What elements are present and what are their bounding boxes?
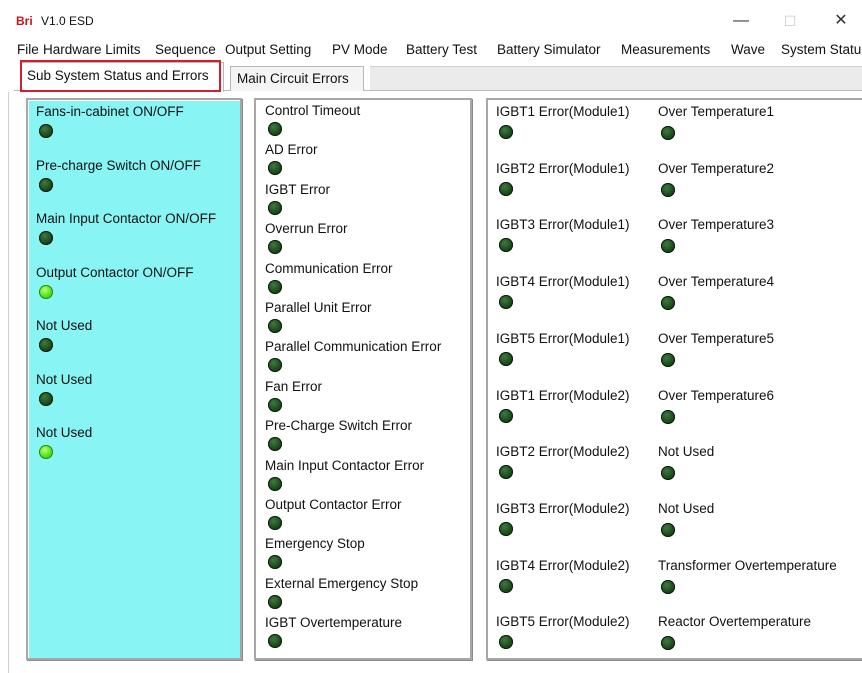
tab-strip: Sub System Status and Errors Main Circui… bbox=[14, 62, 862, 92]
errors-label-1: Control Timeout bbox=[265, 103, 361, 118]
igbt-label-5: IGBT5 Error(Module1) bbox=[496, 330, 630, 346]
errors-label-3: IGBT Error bbox=[265, 181, 331, 197]
errors-led-8-icon bbox=[268, 397, 282, 412]
igbt-led-9-icon bbox=[499, 578, 513, 593]
menu-battery-test[interactable]: Battery Test bbox=[406, 42, 477, 57]
subsystem-label-4: Output Contactor ON/OFF bbox=[36, 264, 194, 280]
errors-label-10: Main Input Contactor Error bbox=[265, 457, 425, 473]
igbt-label-2: IGBT2 Error(Module1) bbox=[496, 160, 630, 176]
subsystem-led-2-icon bbox=[39, 177, 53, 192]
errors-label-7: Parallel Communication Error bbox=[265, 339, 442, 355]
temps-label-1: Over Temperature1 bbox=[658, 104, 775, 119]
errors-label-9: Pre-Charge Switch Error bbox=[265, 418, 413, 434]
tab-sub-system-status[interactable]: Sub System Status and Errors bbox=[20, 62, 224, 92]
igbt-led-4-icon bbox=[499, 295, 513, 310]
igbt-label-3: IGBT3 Error(Module1) bbox=[496, 217, 630, 233]
subsystem-label-3: Main Input Contactor ON/OFF bbox=[36, 211, 217, 226]
temps-led-5-icon bbox=[661, 352, 675, 367]
errors-label-13: External Emergency Stop bbox=[265, 575, 419, 591]
errors-label-12: Emergency Stop bbox=[265, 536, 365, 552]
igbt-led-2-icon bbox=[499, 181, 513, 196]
igbt-label-4: IGBT4 Error(Module1) bbox=[496, 274, 630, 290]
module-errors-panel bbox=[486, 98, 862, 660]
subsystem-led-1-icon bbox=[39, 124, 53, 138]
temps-led-9-icon bbox=[661, 579, 675, 594]
temps-label-7: Not Used bbox=[658, 444, 715, 460]
igbt-label-1: IGBT1 Error(Module1) bbox=[496, 104, 630, 119]
menu-bar: File Hardware Limits Sequence Output Set… bbox=[0, 40, 862, 60]
temps-led-4-icon bbox=[661, 296, 675, 311]
errors-led-1-icon bbox=[268, 122, 282, 136]
subsystem-label-7: Not Used bbox=[36, 425, 93, 440]
errors-label-4: Overrun Error bbox=[265, 221, 348, 237]
temps-led-2-icon bbox=[661, 182, 675, 197]
errors-label-11: Output Contactor Error bbox=[265, 497, 402, 512]
menu-battery-simulator[interactable]: Battery Simulator bbox=[497, 42, 601, 57]
errors-label-6: Parallel Unit Error bbox=[265, 300, 372, 315]
errors-led-13-icon bbox=[268, 594, 282, 609]
subsystem-label-2: Pre-charge Switch ON/OFF bbox=[36, 157, 202, 173]
temps-led-1-icon bbox=[661, 126, 675, 140]
menu-sequence[interactable]: Sequence bbox=[155, 42, 216, 57]
igbt-label-6: IGBT1 Error(Module2) bbox=[496, 387, 630, 403]
temps-label-5: Over Temperature5 bbox=[658, 330, 775, 346]
menu-hardware-limits[interactable]: Hardware Limits bbox=[43, 42, 141, 57]
temps-label-8: Not Used bbox=[658, 500, 715, 516]
app-logo: Bri bbox=[16, 14, 33, 28]
igbt-led-5-icon bbox=[499, 351, 513, 366]
subsystem-led-4-icon bbox=[39, 284, 53, 299]
igbt-led-8-icon bbox=[499, 521, 513, 536]
igbt-label-9: IGBT4 Error(Module2) bbox=[496, 557, 630, 573]
igbt-label-7: IGBT2 Error(Module2) bbox=[496, 444, 630, 460]
errors-led-6-icon bbox=[268, 319, 282, 333]
menu-pv-mode[interactable]: PV Mode bbox=[332, 42, 388, 57]
subsystem-led-5-icon bbox=[39, 338, 53, 352]
tab-main-circuit-errors[interactable]: Main Circuit Errors bbox=[230, 66, 364, 91]
errors-label-14: IGBT Overtemperature bbox=[265, 615, 403, 631]
maximize-button[interactable]: ☐ bbox=[777, 10, 803, 32]
subsystem-led-3-icon bbox=[39, 231, 53, 245]
subsystem-led-6-icon bbox=[39, 391, 53, 406]
temps-label-9: Transformer Overtemperature bbox=[658, 557, 837, 573]
temps-led-6-icon bbox=[661, 409, 675, 424]
subsystem-label-1: Fans-in-cabinet ON/OFF bbox=[36, 104, 184, 119]
temps-led-8-icon bbox=[661, 522, 675, 537]
temps-label-4: Over Temperature4 bbox=[658, 274, 775, 290]
igbt-led-6-icon bbox=[499, 408, 513, 423]
menu-output-setting[interactable]: Output Setting bbox=[225, 42, 311, 57]
temps-label-2: Over Temperature2 bbox=[658, 160, 775, 176]
menu-system-status[interactable]: System Statu bbox=[781, 42, 861, 57]
window-left-border bbox=[8, 92, 9, 673]
subsystem-led-7-icon bbox=[39, 445, 53, 459]
errors-label-5: Communication Error bbox=[265, 260, 393, 276]
errors-led-3-icon bbox=[268, 200, 282, 215]
errors-label-8: Fan Error bbox=[265, 378, 323, 394]
igbt-label-8: IGBT3 Error(Module2) bbox=[496, 500, 630, 516]
minimize-button[interactable]: — bbox=[728, 10, 754, 32]
title-bar: Bri V1.0 ESD — ☐ ✕ bbox=[0, 0, 862, 40]
igbt-label-10: IGBT5 Error(Module2) bbox=[496, 614, 630, 630]
subsystem-label-5: Not Used bbox=[36, 318, 93, 333]
menu-wave[interactable]: Wave bbox=[731, 42, 765, 57]
tab-strip-background bbox=[370, 66, 862, 91]
errors-led-11-icon bbox=[268, 516, 282, 530]
menu-measurements[interactable]: Measurements bbox=[621, 42, 710, 57]
temps-label-10: Reactor Overtemperature bbox=[658, 614, 812, 630]
errors-led-5-icon bbox=[268, 279, 282, 294]
close-button[interactable]: ✕ bbox=[828, 10, 854, 32]
errors-label-2: AD Error bbox=[265, 142, 318, 158]
menu-file[interactable]: File bbox=[17, 42, 39, 57]
igbt-led-1-icon bbox=[499, 125, 513, 139]
subsystem-label-6: Not Used bbox=[36, 371, 93, 387]
errors-led-10-icon bbox=[268, 476, 282, 491]
window-title: V1.0 ESD bbox=[41, 14, 94, 28]
temps-label-3: Over Temperature3 bbox=[658, 217, 775, 233]
temps-label-6: Over Temperature6 bbox=[658, 387, 775, 403]
